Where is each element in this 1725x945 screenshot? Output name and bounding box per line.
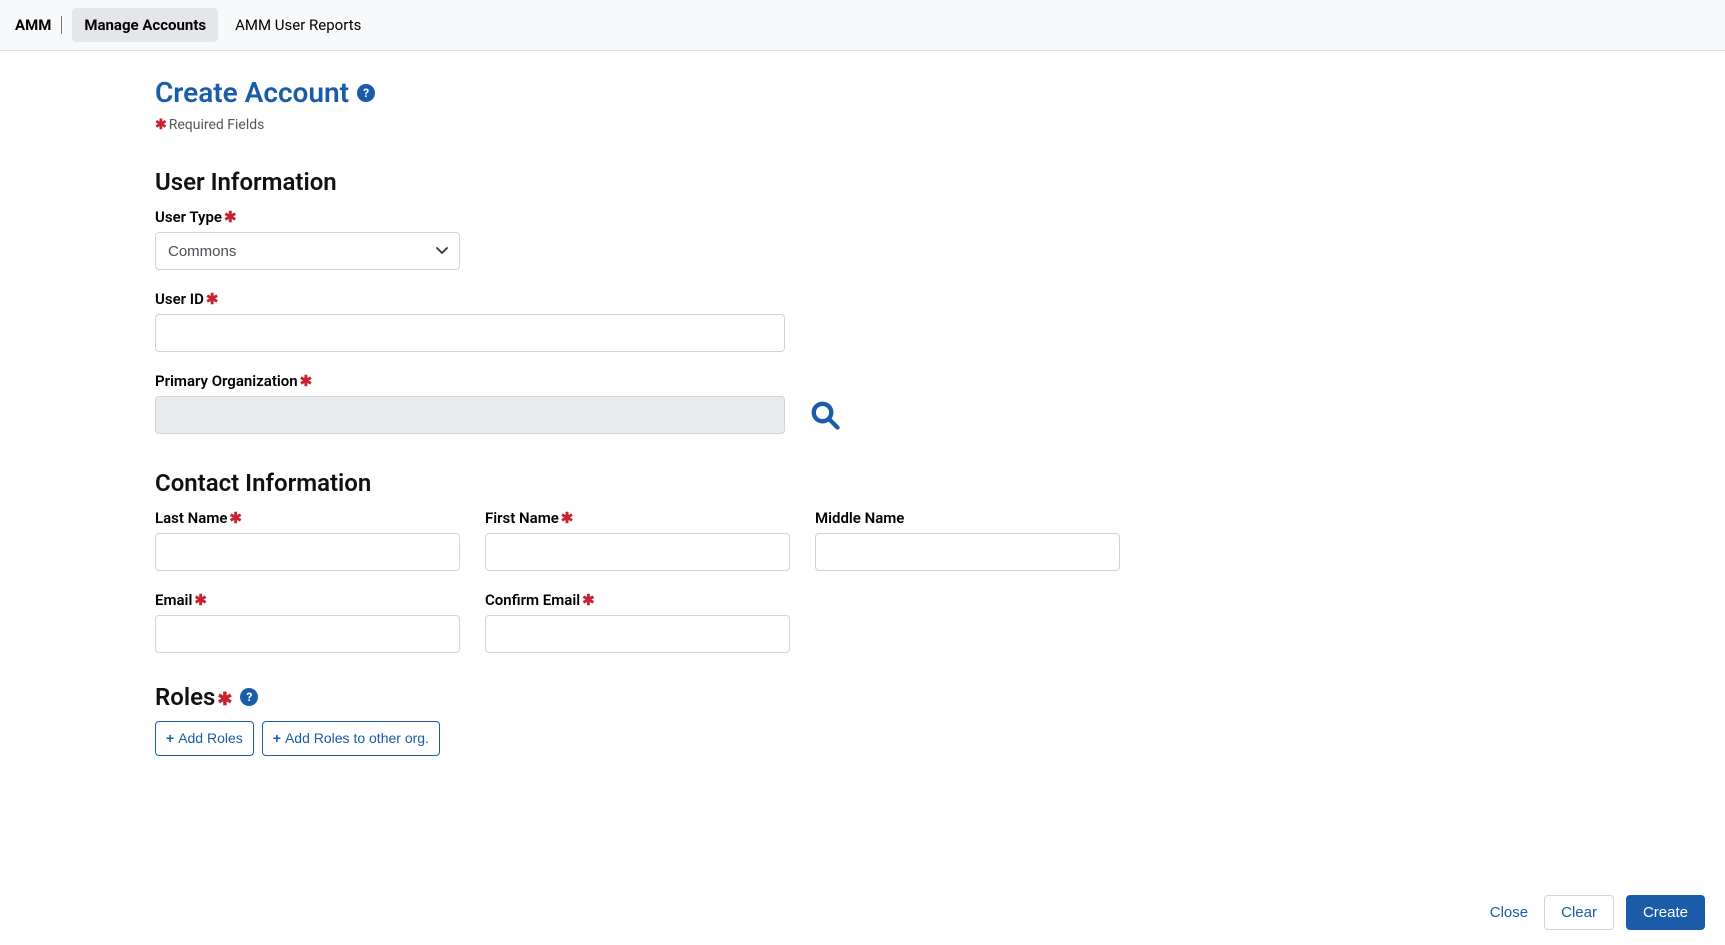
user-type-select[interactable]: Commons bbox=[155, 232, 460, 270]
add-roles-other-org-label: Add Roles to other org. bbox=[285, 728, 429, 749]
first-name-label-text: First Name bbox=[485, 509, 559, 527]
asterisk-icon: ✱ bbox=[229, 509, 242, 527]
last-name-label-text: Last Name bbox=[155, 509, 227, 527]
asterisk-icon: ✱ bbox=[194, 591, 207, 609]
primary-org-input[interactable] bbox=[155, 396, 785, 434]
primary-org-group: Primary Organization✱ bbox=[155, 372, 1155, 434]
email-group: Email✱ bbox=[155, 591, 460, 653]
close-button[interactable]: Close bbox=[1486, 896, 1532, 929]
middle-name-label: Middle Name bbox=[815, 509, 1120, 527]
confirm-email-label: Confirm Email✱ bbox=[485, 591, 790, 609]
user-id-label-text: User ID bbox=[155, 290, 204, 308]
email-label: Email✱ bbox=[155, 591, 460, 609]
nav-user-reports[interactable]: AMM User Reports bbox=[223, 8, 373, 42]
roles-heading: Roles✱ bbox=[155, 683, 232, 711]
roles-button-row: + Add Roles + Add Roles to other org. bbox=[155, 721, 1155, 756]
main-content: Create Account ? ✱Required Fields User I… bbox=[155, 51, 1155, 781]
clear-button[interactable]: Clear bbox=[1544, 895, 1614, 930]
user-type-label: User Type✱ bbox=[155, 208, 1155, 226]
contact-info-heading: Contact Information bbox=[155, 469, 1155, 497]
required-fields-note: ✱Required Fields bbox=[155, 117, 1155, 133]
help-icon[interactable]: ? bbox=[240, 688, 258, 706]
asterisk-icon: ✱ bbox=[217, 689, 232, 710]
nav-divider bbox=[61, 16, 62, 34]
first-name-group: First Name✱ bbox=[485, 509, 790, 571]
last-name-label: Last Name✱ bbox=[155, 509, 460, 527]
asterisk-icon: ✱ bbox=[561, 509, 574, 527]
user-id-label: User ID✱ bbox=[155, 290, 1155, 308]
asterisk-icon: ✱ bbox=[300, 372, 313, 390]
last-name-group: Last Name✱ bbox=[155, 509, 460, 571]
roles-heading-row: Roles✱ ? bbox=[155, 683, 1155, 711]
nav-manage-accounts[interactable]: Manage Accounts bbox=[72, 8, 218, 42]
user-info-heading: User Information bbox=[155, 168, 1155, 196]
add-roles-other-org-button[interactable]: + Add Roles to other org. bbox=[262, 721, 440, 756]
first-name-label: First Name✱ bbox=[485, 509, 790, 527]
asterisk-icon: ✱ bbox=[155, 117, 167, 133]
primary-org-label: Primary Organization✱ bbox=[155, 372, 1155, 390]
footer-actions: Close Clear Create bbox=[1486, 895, 1705, 930]
asterisk-icon: ✱ bbox=[582, 591, 595, 609]
email-input[interactable] bbox=[155, 615, 460, 653]
user-type-select-wrap: Commons bbox=[155, 232, 460, 270]
add-roles-button[interactable]: + Add Roles bbox=[155, 721, 254, 756]
email-label-text: Email bbox=[155, 591, 192, 609]
asterisk-icon: ✱ bbox=[206, 290, 219, 308]
user-id-group: User ID✱ bbox=[155, 290, 1155, 352]
confirm-email-group: Confirm Email✱ bbox=[485, 591, 790, 653]
help-icon[interactable]: ? bbox=[357, 84, 375, 102]
user-type-label-text: User Type bbox=[155, 208, 222, 226]
primary-org-row bbox=[155, 396, 1155, 434]
primary-org-label-text: Primary Organization bbox=[155, 372, 298, 390]
page-title-row: Create Account ? bbox=[155, 76, 1155, 109]
asterisk-icon: ✱ bbox=[224, 208, 237, 226]
required-fields-text: Required Fields bbox=[169, 117, 265, 133]
roles-heading-text: Roles bbox=[155, 683, 215, 711]
middle-name-input[interactable] bbox=[815, 533, 1120, 571]
email-row: Email✱ Confirm Email✱ bbox=[155, 591, 1155, 653]
first-name-input[interactable] bbox=[485, 533, 790, 571]
search-icon[interactable] bbox=[810, 400, 840, 430]
plus-icon: + bbox=[273, 728, 281, 749]
create-button[interactable]: Create bbox=[1626, 895, 1705, 930]
user-id-input[interactable] bbox=[155, 314, 785, 352]
plus-icon: + bbox=[166, 728, 174, 749]
user-type-group: User Type✱ Commons bbox=[155, 208, 1155, 270]
page-title: Create Account bbox=[155, 76, 349, 109]
middle-name-label-text: Middle Name bbox=[815, 509, 904, 527]
middle-name-group: Middle Name bbox=[815, 509, 1120, 571]
top-nav: AMM Manage Accounts AMM User Reports bbox=[0, 0, 1725, 51]
add-roles-label: Add Roles bbox=[178, 728, 243, 749]
last-name-input[interactable] bbox=[155, 533, 460, 571]
nav-brand: AMM bbox=[15, 16, 56, 34]
name-row: Last Name✱ First Name✱ Middle Name bbox=[155, 509, 1155, 571]
confirm-email-label-text: Confirm Email bbox=[485, 591, 580, 609]
confirm-email-input[interactable] bbox=[485, 615, 790, 653]
